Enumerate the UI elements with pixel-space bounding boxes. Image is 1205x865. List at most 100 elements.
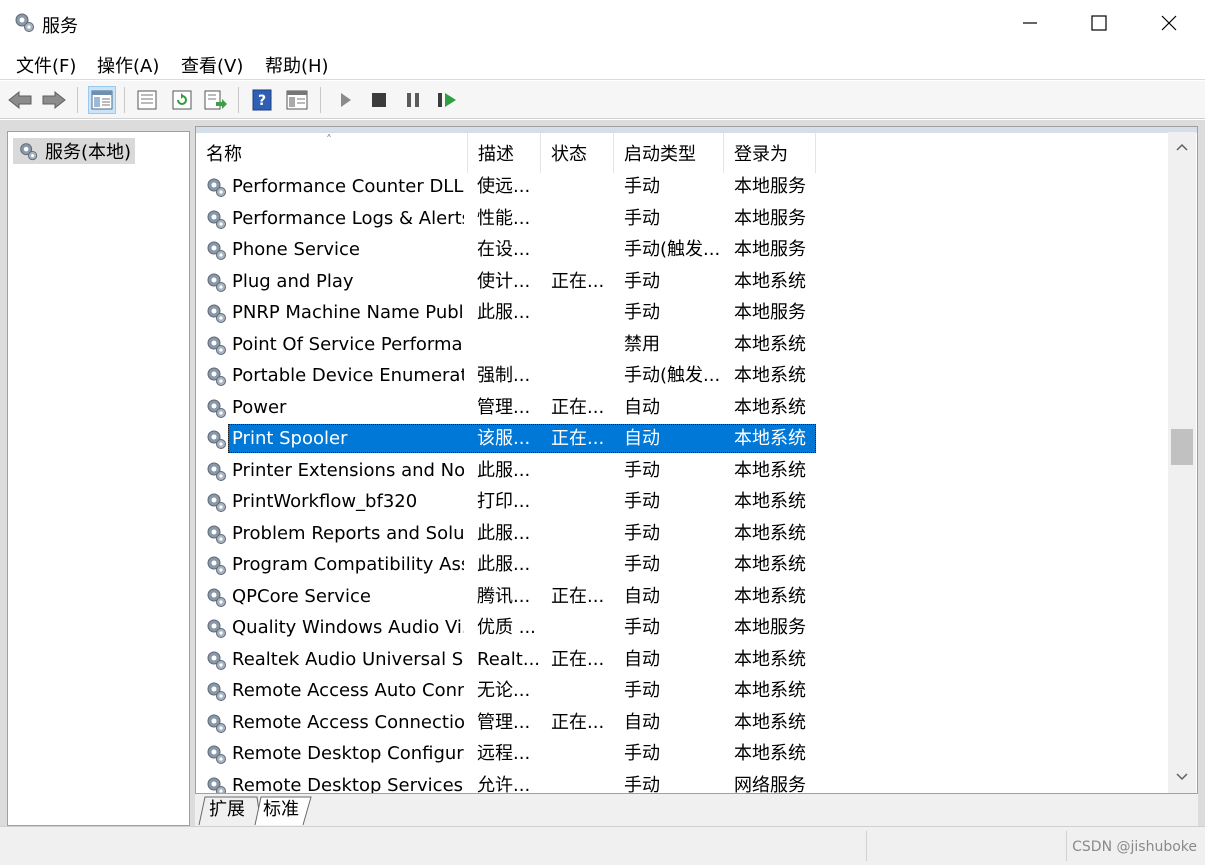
stop-service-button[interactable] [365, 86, 393, 114]
service-name: Performance Logs & Alerts [232, 207, 464, 229]
menu-action[interactable]: 操作(A) [97, 52, 159, 78]
tab-standard[interactable]: 标准 [263, 796, 299, 824]
scroll-up-button[interactable] [1168, 134, 1196, 160]
service-name: Portable Device Enumerat... [232, 365, 464, 386]
table-row[interactable]: Performance Logs & Alerts 性能... 手动 本地服务 [196, 203, 1171, 234]
service-gear-icon [207, 588, 226, 607]
view-tabs: 扩展 标准 [195, 794, 1198, 826]
tab-extended[interactable]: 扩展 [209, 796, 245, 824]
table-row[interactable]: Realtek Audio Universal Se... Realt... 正在.… [196, 644, 1171, 675]
service-startup-type: 手动 [624, 554, 660, 575]
service-description: 打印... [477, 491, 531, 512]
service-startup-type: 禁用 [624, 333, 660, 355]
service-description: 腾讯... [477, 585, 531, 607]
chevron-down-icon [1176, 773, 1188, 781]
table-row[interactable]: Performance Counter DLL ... 使远... 手动 本地服务 [196, 171, 1171, 202]
table-row[interactable]: QPCore Service 腾讯... 正在... 自动 本地系统 [196, 581, 1171, 612]
scrollbar-thumb[interactable] [1171, 429, 1193, 465]
service-status: 正在... [551, 428, 605, 449]
service-status [551, 455, 613, 486]
service-log-on-as: 本地服务 [734, 617, 806, 638]
table-row[interactable]: Remote Desktop Configur... 远程... 手动 本地系统 [196, 738, 1171, 769]
tree-node-label: 服务(本地) [45, 142, 132, 163]
service-startup-type: 手动(触发... [624, 365, 721, 386]
services-gear-icon [20, 143, 38, 161]
service-log-on-as: 本地系统 [734, 522, 806, 544]
service-gear-icon [207, 619, 226, 638]
table-row[interactable]: Remote Desktop Services 允许... 手动 网络服务 [196, 770, 1171, 794]
column-header-log-on-as[interactable]: 登录为 [724, 133, 816, 173]
table-row[interactable]: Point Of Service Performa... 禁用 本地系统 [196, 329, 1171, 360]
tree-node-services-local[interactable]: 服务(本地) [13, 138, 136, 164]
forward-button[interactable] [40, 86, 68, 114]
window-title: 服务 [42, 16, 78, 37]
table-row[interactable]: Print Spooler 该服... 正在... 自动 本地系统 [196, 423, 1171, 454]
menu-view[interactable]: 查看(V) [181, 52, 243, 78]
service-status [551, 171, 613, 202]
service-startup-type: 手动 [624, 522, 660, 544]
table-row[interactable]: Program Compatibility Assi... 此服... 手动 本地系统 [196, 549, 1171, 580]
export-list-button[interactable] [202, 86, 230, 114]
service-gear-icon [207, 651, 226, 670]
service-status: 正在... [551, 270, 605, 292]
table-row[interactable]: Portable Device Enumerat... 强制... 手动(触发...… [196, 360, 1171, 391]
service-description: Realt... [477, 648, 539, 670]
service-startup-type: 自动 [624, 428, 660, 449]
table-row[interactable]: Remote Access Connectio... 管理... 正在... 自动 本地… [196, 707, 1171, 738]
column-header-name[interactable]: 名称 [196, 133, 468, 173]
table-row[interactable]: Printer Extensions and Noti... 此服... 手动 本地系… [196, 455, 1171, 486]
vertical-scrollbar[interactable] [1168, 132, 1196, 793]
column-header-startup-type[interactable]: 启动类型 [614, 133, 724, 173]
service-gear-icon [207, 462, 226, 481]
service-startup-type: 手动 [624, 459, 660, 481]
scroll-down-button[interactable] [1168, 764, 1196, 790]
column-header-description[interactable]: 描述 [468, 133, 541, 173]
start-service-button[interactable] [331, 86, 359, 114]
restart-service-button[interactable] [433, 86, 461, 114]
refresh-button[interactable] [168, 86, 196, 114]
service-log-on-as: 本地服务 [734, 207, 806, 229]
stop-service-icon [372, 93, 386, 107]
service-startup-type: 手动 [624, 617, 660, 638]
show-console-tree-button[interactable] [88, 86, 116, 114]
service-startup-type: 手动 [624, 680, 660, 701]
service-name: Problem Reports and Solut... [232, 522, 464, 544]
service-gear-icon [207, 714, 226, 733]
maximize-button[interactable] [1064, 0, 1134, 46]
service-log-on-as: 本地系统 [734, 554, 806, 575]
service-status [551, 770, 613, 794]
service-description: 管理... [477, 396, 531, 418]
back-button[interactable] [6, 86, 34, 114]
column-header-status[interactable]: 状态 [541, 133, 614, 173]
table-row[interactable]: Phone Service 在设... 手动(触发... 本地服务 [196, 234, 1171, 265]
table-row[interactable]: PNRP Machine Name Publ... 此服... 手动 本地服务 [196, 297, 1171, 328]
pause-service-button[interactable] [399, 86, 427, 114]
table-row[interactable]: Remote Access Auto Conn... 无论... 手动 本地系统 [196, 675, 1171, 706]
service-gear-icon [207, 556, 226, 575]
table-row[interactable]: Plug and Play 使计... 正在... 手动 本地系统 [196, 266, 1171, 297]
properties-button[interactable] [133, 86, 161, 114]
properties-icon [137, 90, 157, 110]
table-row[interactable]: Quality Windows Audio Vi... 优质 ... 手动 本地服务 [196, 612, 1171, 643]
close-button[interactable] [1134, 0, 1204, 46]
table-row[interactable]: PrintWorkflow_bf320 打印... 手动 本地系统 [196, 486, 1171, 517]
service-startup-type: 手动 [624, 491, 660, 512]
table-row[interactable]: Problem Reports and Solut... 此服... 手动 本地系统 [196, 518, 1171, 549]
menu-file[interactable]: 文件(F) [16, 52, 76, 78]
help-button[interactable]: ? [248, 86, 276, 114]
service-gear-icon [207, 273, 226, 292]
service-log-on-as: 本地系统 [734, 365, 806, 386]
services-gear-icon [15, 13, 34, 32]
menu-help[interactable]: 帮助(H) [265, 52, 329, 78]
service-name: Realtek Audio Universal Se... [232, 648, 464, 670]
service-gear-icon [207, 777, 226, 793]
view-button[interactable] [283, 86, 311, 114]
service-gear-icon [207, 399, 226, 418]
minimize-button[interactable] [995, 0, 1065, 46]
service-gear-icon [207, 493, 226, 512]
service-log-on-as: 本地系统 [734, 491, 806, 512]
service-description: 允许... [477, 774, 531, 794]
table-row[interactable]: Power 管理... 正在... 自动 本地系统 [196, 392, 1171, 423]
service-name: PrintWorkflow_bf320 [232, 491, 418, 512]
service-name: Performance Counter DLL ... [232, 176, 464, 197]
